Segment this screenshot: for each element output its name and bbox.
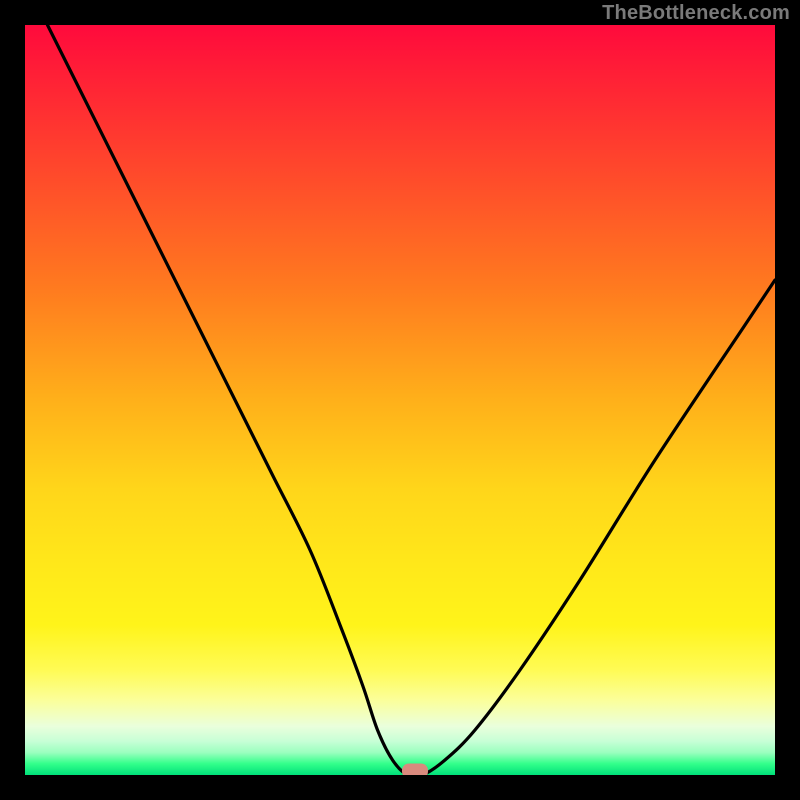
- bottleneck-curve: [25, 25, 775, 775]
- curve-path: [48, 25, 776, 775]
- watermark-text: TheBottleneck.com: [602, 2, 790, 25]
- optimal-point-marker: [402, 764, 428, 775]
- plot-area: [25, 25, 775, 775]
- chart-frame: TheBottleneck.com: [0, 0, 800, 800]
